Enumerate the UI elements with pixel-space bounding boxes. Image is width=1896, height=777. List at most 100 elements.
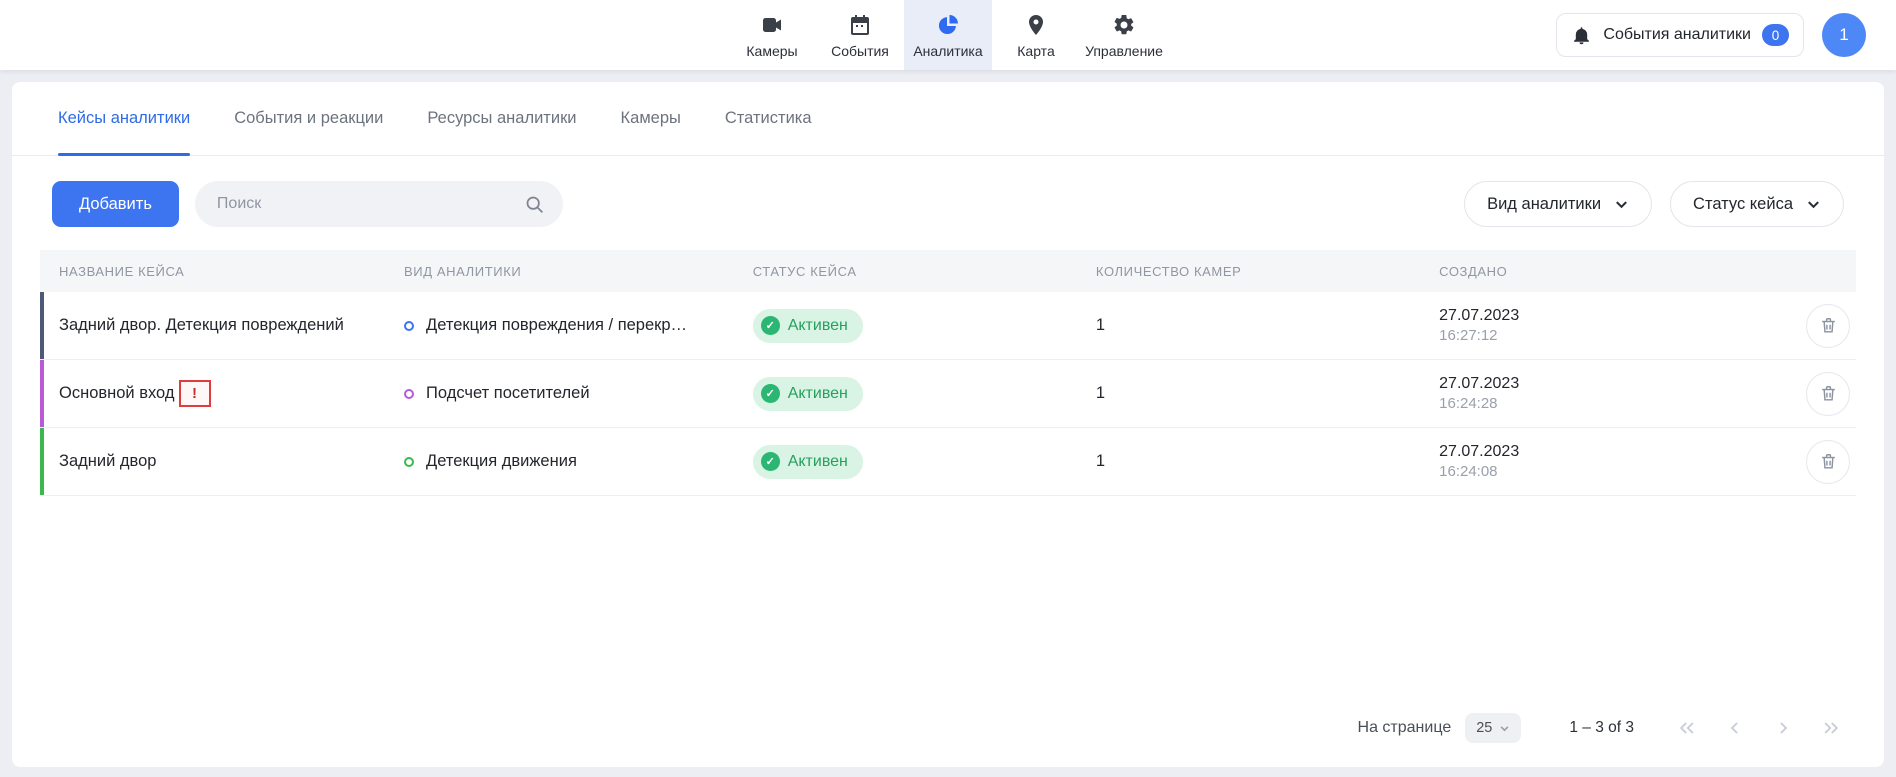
tab-analytics-cases[interactable]: Кейсы аналитики <box>58 82 190 155</box>
bell-icon <box>1571 25 1592 46</box>
gear-icon <box>1111 12 1137 38</box>
avatar[interactable]: 1 <box>1822 13 1866 57</box>
previous-page-button[interactable] <box>1724 717 1746 739</box>
tab-bar: Кейсы аналитики События и реакции Ресурс… <box>12 82 1884 156</box>
table-row[interactable]: Задний двор. Детекция повреждений ! Дете… <box>40 292 1856 360</box>
column-header-created: СОЗДАНО <box>1420 264 1780 279</box>
delete-button[interactable] <box>1806 304 1850 348</box>
warning-icon: ! <box>179 380 211 407</box>
tab-label: Камеры <box>621 109 681 128</box>
camera-count: 1 <box>1077 384 1420 403</box>
row-accent-bar <box>40 360 44 427</box>
created-cell: 27.07.2023 16:27:12 <box>1420 305 1780 347</box>
chevron-down-icon <box>1499 723 1510 734</box>
status-label: Активен <box>788 385 848 403</box>
nav-label: Управление <box>1085 43 1163 59</box>
chevron-right-icon <box>1773 718 1793 738</box>
notifications-count-badge: 0 <box>1762 24 1789 46</box>
tab-label: События и реакции <box>234 109 383 128</box>
search-box <box>195 181 563 227</box>
chevron-down-icon <box>1806 197 1821 212</box>
check-icon: ✓ <box>761 384 780 403</box>
analytics-pie-icon <box>935 12 961 38</box>
search-icon <box>524 194 545 215</box>
trash-icon <box>1819 316 1838 335</box>
search-input[interactable] <box>217 195 514 213</box>
created-cell: 27.07.2023 16:24:28 <box>1420 373 1780 415</box>
per-page-value: 25 <box>1476 720 1492 736</box>
add-button[interactable]: Добавить <box>52 181 179 227</box>
filter-label: Статус кейса <box>1693 195 1793 214</box>
nav-item-map[interactable]: Карта <box>992 0 1080 70</box>
analytics-events-button[interactable]: События аналитики 0 <box>1556 13 1804 57</box>
map-pin-icon <box>1023 12 1049 38</box>
cases-table: НАЗВАНИЕ КЕЙСА ВИД АНАЛИТИКИ СТАТУС КЕЙС… <box>40 250 1856 496</box>
analytics-type-filter[interactable]: Вид аналитики <box>1464 181 1652 227</box>
case-name: Основной вход <box>59 384 175 403</box>
double-chevron-left-icon <box>1677 718 1697 738</box>
created-time: 16:24:28 <box>1439 394 1780 414</box>
column-header-type: ВИД АНАЛИТИКИ <box>385 264 734 279</box>
case-name: Задний двор <box>59 452 156 471</box>
double-chevron-right-icon <box>1821 718 1841 738</box>
column-header-status: СТАТУС КЕЙСА <box>734 264 1077 279</box>
camera-count: 1 <box>1077 452 1420 471</box>
check-icon: ✓ <box>761 452 780 471</box>
tab-label: Кейсы аналитики <box>58 109 190 128</box>
notifications-label: События аналитики <box>1603 26 1751 44</box>
active-tab-underline <box>58 153 190 156</box>
nav-item-cameras[interactable]: Камеры <box>728 0 816 70</box>
status-badge: ✓ Активен <box>753 377 863 411</box>
tab-label: Ресурсы аналитики <box>427 109 576 128</box>
nav-label: Карта <box>1017 43 1054 59</box>
analytics-type-icon <box>404 389 414 399</box>
row-accent-bar <box>40 428 44 495</box>
content-card: Кейсы аналитики События и реакции Ресурс… <box>12 82 1884 767</box>
topbar-spacer-left <box>0 0 728 70</box>
analytics-type-label: Детекция повреждения / перекр… <box>426 316 687 335</box>
topbar-right: События аналитики 0 1 <box>1168 0 1896 70</box>
table-row[interactable]: Задний двор ! Детекция движения ✓ Активе… <box>40 428 1856 496</box>
tab-analytics-resources[interactable]: Ресурсы аналитики <box>427 82 576 155</box>
nav-item-management[interactable]: Управление <box>1080 0 1168 70</box>
nav-item-analytics[interactable]: Аналитика <box>904 0 992 70</box>
status-label: Активен <box>788 317 848 335</box>
nav-label: Аналитика <box>913 43 982 59</box>
trash-icon <box>1819 452 1838 471</box>
status-badge: ✓ Активен <box>753 445 863 479</box>
created-cell: 27.07.2023 16:24:08 <box>1420 441 1780 483</box>
tab-cameras[interactable]: Камеры <box>621 82 681 155</box>
status-badge: ✓ Активен <box>753 309 863 343</box>
row-accent-bar <box>40 292 44 359</box>
tab-statistics[interactable]: Статистика <box>725 82 812 155</box>
check-icon: ✓ <box>761 316 780 335</box>
created-date: 27.07.2023 <box>1439 305 1780 327</box>
table-footer: На странице 25 1 – 3 of 3 <box>12 713 1884 767</box>
status-label: Активен <box>788 453 848 471</box>
toolbar: Добавить Вид аналитики Статус кейса <box>12 156 1884 250</box>
next-page-button[interactable] <box>1772 717 1794 739</box>
delete-button[interactable] <box>1806 440 1850 484</box>
chevron-left-icon <box>1725 718 1745 738</box>
pager <box>1676 717 1842 739</box>
per-page-select[interactable]: 25 <box>1465 713 1521 743</box>
first-page-button[interactable] <box>1676 717 1698 739</box>
case-name: Задний двор. Детекция повреждений <box>59 316 344 335</box>
events-icon <box>847 12 873 38</box>
per-page-label: На странице <box>1358 719 1452 737</box>
case-status-filter[interactable]: Статус кейса <box>1670 181 1844 227</box>
column-header-cameras: КОЛИЧЕСТВО КАМЕР <box>1077 264 1420 279</box>
top-bar: Камеры События Аналитика Карта Управлени… <box>0 0 1896 70</box>
camera-count: 1 <box>1077 316 1420 335</box>
tab-events-reactions[interactable]: События и реакции <box>234 82 383 155</box>
trash-icon <box>1819 384 1838 403</box>
delete-button[interactable] <box>1806 372 1850 416</box>
nav-item-events[interactable]: События <box>816 0 904 70</box>
table-row[interactable]: Основной вход ! Подсчет посетителей ✓ Ак… <box>40 360 1856 428</box>
created-date: 27.07.2023 <box>1439 373 1780 395</box>
filter-label: Вид аналитики <box>1487 195 1601 214</box>
analytics-type-icon <box>404 457 414 467</box>
created-date: 27.07.2023 <box>1439 441 1780 463</box>
last-page-button[interactable] <box>1820 717 1842 739</box>
chevron-down-icon <box>1614 197 1629 212</box>
